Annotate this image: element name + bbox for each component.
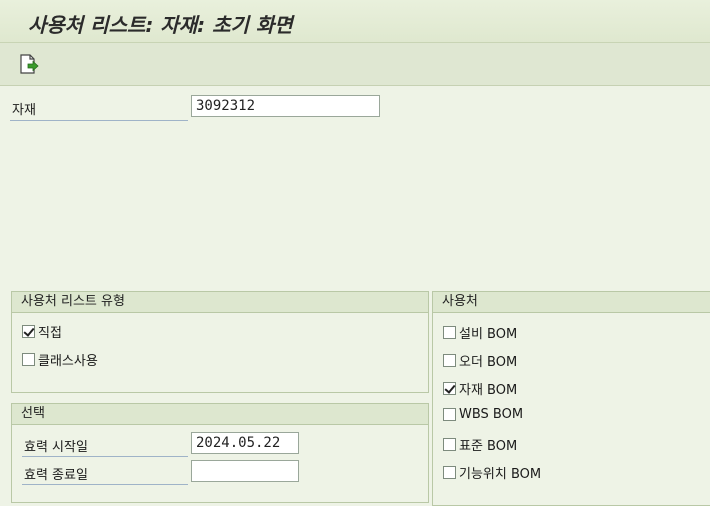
used-in-equipment-bom[interactable]: 설비 BOM	[443, 323, 518, 342]
valid-to-label: 효력 종료일	[24, 468, 88, 483]
functional-location-bom-label: 기능위치 BOM	[459, 467, 542, 482]
window-title: 사용처 리스트: 자재: 초기 화면	[28, 13, 293, 37]
used-in-title: 사용처	[433, 292, 710, 313]
used-in-functional-location-bom[interactable]: 기능위치 BOM	[443, 463, 542, 482]
wbs-bom-checkbox[interactable]	[443, 408, 456, 421]
usage-class-label: 클래스사용	[38, 354, 98, 369]
execute-document-icon[interactable]	[18, 53, 40, 75]
order-bom-label: 오더 BOM	[459, 355, 518, 370]
material-underline	[10, 120, 188, 121]
material-bom-label: 자재 BOM	[459, 383, 518, 398]
material-input[interactable]: 3092312	[191, 95, 380, 117]
material-label: 자재	[12, 103, 36, 118]
main-area: 자재 3092312 사용처 리스트 유형 직접 클래스사용 선택 효력 시작일…	[0, 86, 710, 506]
equipment-bom-checkbox[interactable]	[443, 326, 456, 339]
standard-bom-checkbox[interactable]	[443, 438, 456, 451]
selection-title: 선택	[12, 404, 428, 425]
valid-from-underline	[22, 456, 188, 457]
valid-from-input[interactable]: 2024.05.22	[191, 432, 299, 454]
usage-class-option[interactable]: 클래스사용	[22, 350, 98, 369]
used-in-material-bom[interactable]: 자재 BOM	[443, 379, 518, 398]
usage-direct-option[interactable]: 직접	[22, 322, 62, 341]
order-bom-checkbox[interactable]	[443, 354, 456, 367]
usage-direct-label: 직접	[38, 326, 62, 341]
material-bom-checkbox[interactable]	[443, 382, 456, 395]
usage-type-title: 사용처 리스트 유형	[12, 292, 428, 313]
standard-bom-label: 표준 BOM	[459, 439, 518, 454]
valid-to-input[interactable]	[191, 460, 299, 482]
application-toolbar	[0, 43, 710, 86]
equipment-bom-label: 설비 BOM	[459, 327, 518, 342]
functional-location-bom-checkbox[interactable]	[443, 466, 456, 479]
used-in-order-bom[interactable]: 오더 BOM	[443, 351, 518, 370]
usage-type-group: 사용처 리스트 유형	[11, 291, 429, 393]
usage-class-checkbox[interactable]	[22, 353, 35, 366]
wbs-bom-label: WBS BOM	[459, 407, 524, 422]
used-in-wbs-bom[interactable]: WBS BOM	[443, 407, 523, 425]
title-bar: 사용처 리스트: 자재: 초기 화면	[0, 0, 710, 43]
valid-to-underline	[22, 484, 188, 485]
valid-from-label: 효력 시작일	[24, 440, 88, 455]
used-in-standard-bom[interactable]: 표준 BOM	[443, 435, 518, 454]
usage-direct-checkbox[interactable]	[22, 325, 35, 338]
